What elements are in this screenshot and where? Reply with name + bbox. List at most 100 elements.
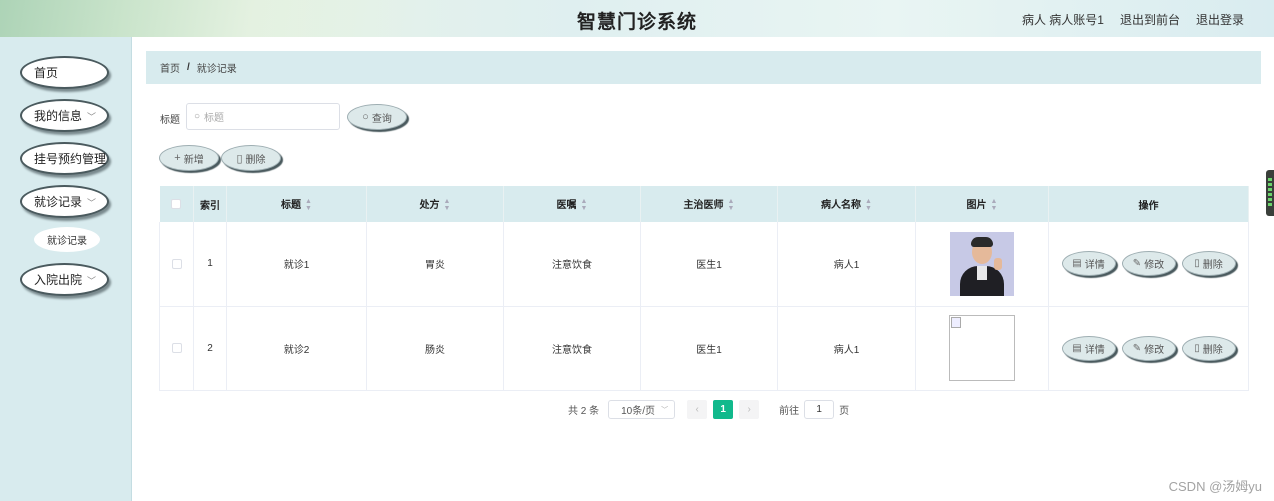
row-delete-button[interactable]: ▯ 删除: [1181, 251, 1236, 277]
plus-icon: +: [174, 152, 181, 164]
cell-advice: 注意饮食: [503, 222, 641, 307]
table-row: 2 就诊2 肠炎 注意饮食 医生1 病人1 ▤ 详情 ✎ 修改 ▯ 删除: [159, 306, 1249, 391]
chevron-down-icon: ﹀: [86, 112, 96, 122]
batch-delete-button[interactable]: ▯ 删除: [221, 145, 281, 171]
column-header-label: 处方: [419, 199, 440, 211]
detail-button[interactable]: ▤ 详情: [1061, 335, 1116, 361]
sort-icon[interactable]: ▲ ▼: [444, 198, 451, 212]
row-select-cell[interactable]: [159, 306, 194, 391]
search-input[interactable]: ○ 标题: [186, 103, 340, 130]
cell-image: [915, 222, 1049, 307]
photo-shirt: [977, 265, 987, 280]
breadcrumb-home[interactable]: 首页: [160, 60, 180, 75]
edit-button[interactable]: ✎ 修改: [1121, 335, 1176, 361]
cell-index: 1: [193, 222, 227, 307]
photo-hand: [994, 257, 1002, 270]
next-page-button[interactable]: ›: [739, 399, 760, 419]
page-size-value: 10条/页: [621, 405, 656, 417]
sidebar-item-label: 就诊记录: [34, 195, 83, 209]
sort-icon[interactable]: ▲ ▼: [865, 198, 872, 212]
row-select-cell[interactable]: [159, 222, 194, 307]
column-header[interactable]: 标题 ▲ ▼: [226, 186, 367, 222]
detail-button[interactable]: ▤ 详情: [1061, 251, 1116, 277]
row-actions: ▤ 详情 ✎ 修改 ▯ 删除: [1049, 335, 1248, 361]
column-header-label: 图片: [966, 199, 987, 211]
pagination: 共 2 条 10条/页 ﹀ ‹ 1 › 前往 1 页: [568, 399, 849, 419]
breadcrumb-current: 就诊记录: [196, 64, 237, 75]
row-checkbox[interactable]: [171, 258, 182, 269]
back-to-front-link[interactable]: 退出到前台: [1120, 11, 1180, 28]
row-checkbox[interactable]: [171, 342, 182, 353]
row-actions: ▤ 详情 ✎ 修改 ▯ 删除: [1049, 251, 1248, 277]
patient-photo: [950, 231, 1014, 296]
trash-icon: ▯: [236, 152, 243, 165]
sort-icon[interactable]: ▲ ▼: [305, 198, 312, 212]
table-header-row: 索引 标题 ▲ ▼ 处方 ▲ ▼ 医嘱 ▲ ▼ 主治医师 ▲ ▼ 病人名称 ▲ ▼ 图片 ▲ ▼ 操作: [159, 186, 1249, 222]
chevron-down-icon: ﹀: [86, 276, 96, 286]
cell-prescription: 胃炎: [366, 222, 504, 307]
chevron-down-icon: ﹀: [661, 406, 669, 414]
column-header[interactable]: 病人名称 ▲ ▼: [777, 186, 916, 222]
sidebar-item-my-info[interactable]: 我的信息 ﹀: [20, 99, 109, 132]
search-label: 标题: [160, 115, 180, 126]
row-delete-button-label: 删除: [1202, 344, 1223, 356]
search-icon: ○: [194, 111, 201, 122]
cell-doctor: 医生1: [640, 222, 778, 307]
edit-button-label: 修改: [1144, 260, 1165, 272]
trash-icon: ▯: [1194, 342, 1200, 354]
edit-button-label: 修改: [1144, 344, 1165, 356]
sort-icon[interactable]: ▲ ▼: [991, 198, 998, 212]
prev-page-button[interactable]: ‹: [687, 399, 708, 419]
page-number-current[interactable]: 1: [713, 399, 734, 419]
goto-suffix: 页: [839, 405, 850, 417]
sidebar: 首页 我的信息 ﹀ 挂号预约管理 就诊记录 ﹀ 就诊记录 入院出院 ﹀: [0, 37, 132, 501]
batch-delete-button-label: 删除: [245, 154, 266, 166]
goto-page-input[interactable]: 1: [804, 399, 835, 419]
query-button[interactable]: ○ 查询: [347, 104, 407, 130]
edit-icon: ✎: [1132, 342, 1142, 354]
broken-image-glyph: [951, 317, 961, 328]
detail-button-label: 详情: [1084, 344, 1105, 356]
edit-button[interactable]: ✎ 修改: [1121, 251, 1176, 277]
sidebar-item-appointment[interactable]: 挂号预约管理: [20, 142, 109, 175]
select-all-checkbox[interactable]: [171, 198, 182, 209]
side-widget-tab[interactable]: [1266, 170, 1274, 216]
select-all-cell[interactable]: [159, 186, 194, 222]
watermark: CSDN @汤姆yu: [1168, 479, 1262, 494]
search-icon: ○: [362, 111, 369, 123]
header-user-area: 病人 病人账号1 退出到前台 退出登录: [1022, 11, 1244, 28]
sidebar-item-admission[interactable]: 入院出院 ﹀: [20, 263, 109, 296]
column-header[interactable]: 医嘱 ▲ ▼: [503, 186, 641, 222]
query-button-label: 查询: [371, 113, 392, 125]
sidebar-item-label: 挂号预约管理: [34, 152, 107, 166]
document-icon: ▤: [1072, 258, 1082, 270]
row-delete-button-label: 删除: [1202, 260, 1223, 272]
cell-index: 2: [193, 306, 227, 391]
column-header-label: 主治医师: [683, 199, 724, 211]
document-icon: ▤: [1072, 342, 1082, 354]
logout-link[interactable]: 退出登录: [1196, 11, 1244, 28]
add-button[interactable]: + 新增: [159, 145, 219, 171]
breadcrumb-separator: /: [187, 62, 190, 73]
column-header: 操作: [1048, 186, 1249, 222]
sort-icon[interactable]: ▲ ▼: [581, 198, 588, 212]
sort-icon[interactable]: ▲ ▼: [728, 198, 735, 212]
column-header[interactable]: 图片 ▲ ▼: [915, 186, 1049, 222]
search-placeholder: 标题: [204, 113, 225, 124]
current-user-label: 病人 病人账号1: [1021, 13, 1104, 27]
goto-label: 前往: [779, 405, 800, 417]
sidebar-item-visit-records[interactable]: 就诊记录 ﹀: [20, 185, 109, 218]
page-size-select[interactable]: 10条/页 ﹀: [608, 399, 676, 419]
column-header[interactable]: 处方 ▲ ▼: [366, 186, 504, 222]
detail-button-label: 详情: [1084, 260, 1105, 272]
cell-doctor: 医生1: [640, 306, 778, 391]
column-header[interactable]: 主治医师 ▲ ▼: [640, 186, 778, 222]
chevron-down-icon: ﹀: [86, 198, 96, 208]
sidebar-item-home[interactable]: 首页: [20, 56, 109, 89]
sidebar-subitem-visit-records[interactable]: 就诊记录: [34, 227, 100, 252]
records-table: 索引 标题 ▲ ▼ 处方 ▲ ▼ 医嘱 ▲ ▼ 主治医师 ▲ ▼ 病人名称 ▲ ▼ 图片 ▲ ▼ 操作 …: [159, 186, 1249, 391]
broken-image-icon: [949, 315, 1015, 381]
photo-hair: [971, 236, 993, 247]
table-row: 1 就诊1 胃炎 注意饮食 医生1 病人1 ▤ 详情 ✎ 修改 ▯ 删除: [159, 222, 1249, 307]
row-delete-button[interactable]: ▯ 删除: [1181, 335, 1236, 361]
